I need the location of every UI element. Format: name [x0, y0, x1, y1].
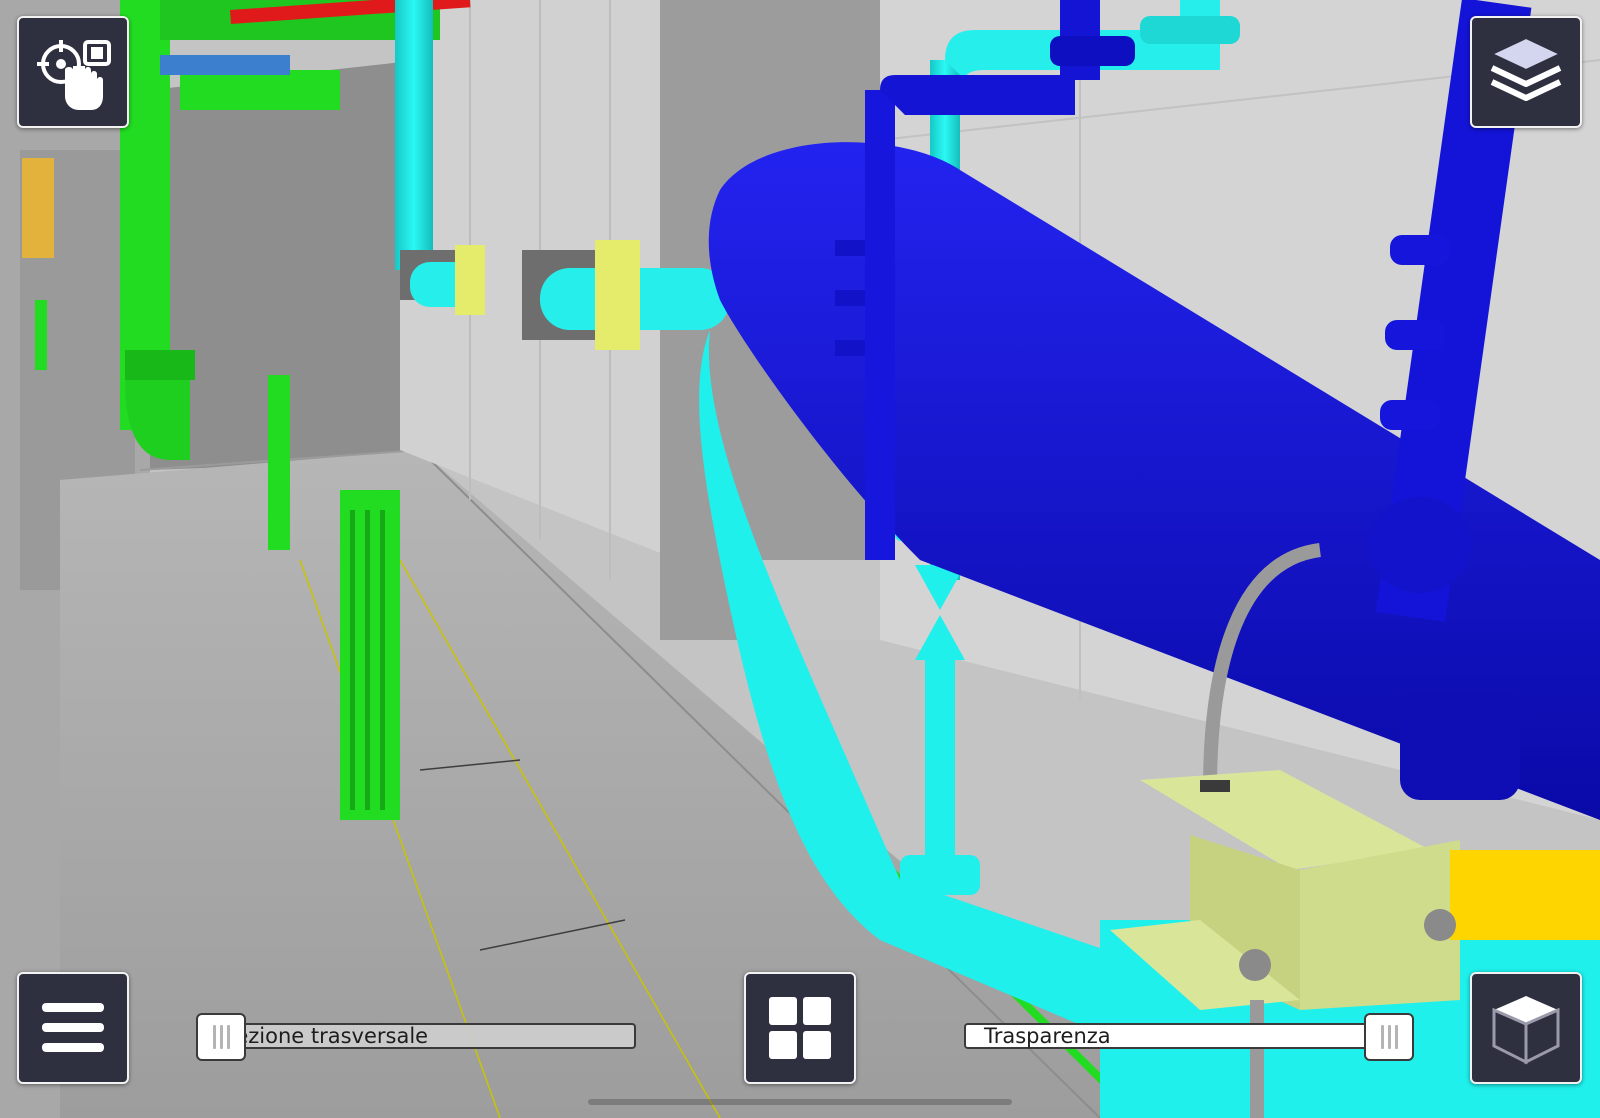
- 3d-model-viewport[interactable]: [0, 0, 1600, 1118]
- select-tool-button[interactable]: [17, 16, 129, 128]
- grid-view-icon: [767, 995, 833, 1061]
- layers-icon: [1486, 32, 1566, 112]
- menu-button[interactable]: [17, 972, 129, 1084]
- transparency-slider-label: Trasparenza: [984, 1024, 1111, 1048]
- grid-view-button[interactable]: [744, 972, 856, 1084]
- target-hand-icon: [31, 30, 115, 114]
- transparency-slider-handle[interactable]: [1364, 1013, 1414, 1061]
- section-slider-handle[interactable]: [196, 1013, 246, 1061]
- home-indicator: [588, 1099, 1012, 1105]
- cube-icon: [1488, 990, 1564, 1066]
- hamburger-menu-icon: [40, 995, 106, 1061]
- view-cube-button[interactable]: [1470, 972, 1582, 1084]
- section-slider[interactable]: Sezione trasversale: [196, 1013, 636, 1061]
- section-slider-label: Sezione trasversale: [222, 1024, 429, 1048]
- transparency-slider[interactable]: Trasparenza: [964, 1013, 1414, 1061]
- layers-button[interactable]: [1470, 16, 1582, 128]
